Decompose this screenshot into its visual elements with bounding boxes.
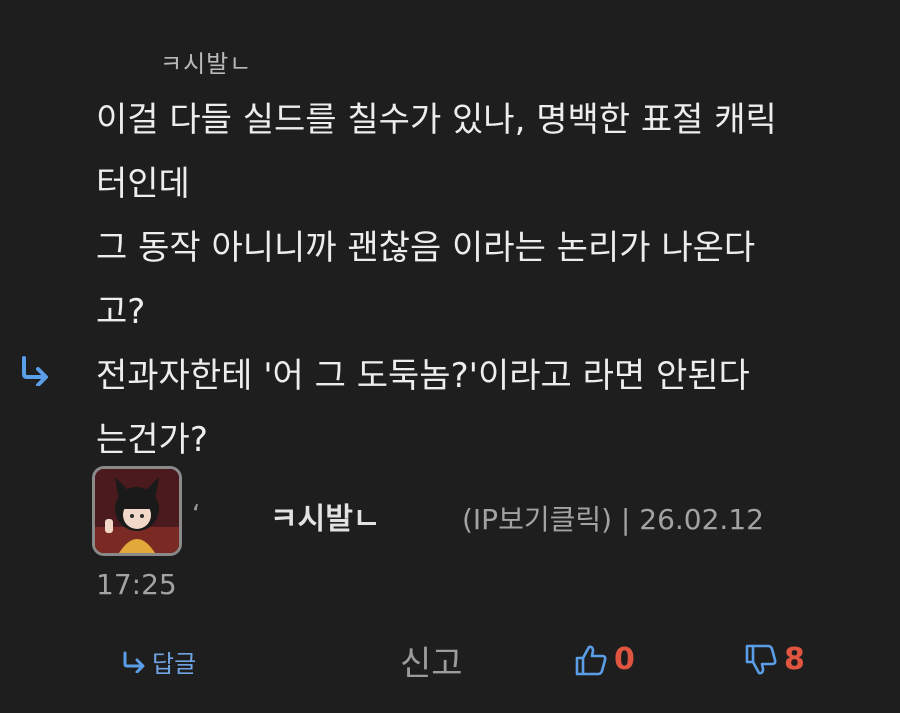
reply-label: 답글 <box>152 650 197 678</box>
comment-line: 는건가? <box>96 420 208 460</box>
upvote-button[interactable]: 0 <box>574 642 635 677</box>
downvote-count: 8 <box>784 642 805 677</box>
thumbs-up-icon <box>575 645 607 675</box>
thumbs-down-icon <box>745 644 777 674</box>
comment-line: 전과자한테 '어 그 도둑놈?'이라고 라면 안된다 <box>96 356 750 396</box>
comment-line: 이걸 다들 실드를 칠수가 있나, 명백한 표절 캐릭 <box>96 100 777 140</box>
comment-body: 이걸 다들 실드를 칠수가 있나, 명백한 표절 캐릭 터인데 그 동작 아니니… <box>96 88 886 472</box>
comment-line: 고? <box>96 292 146 332</box>
avatar-image <box>95 469 179 553</box>
comment-line: 그 동작 아니니까 괜찮음 이라는 논리가 나온다 <box>96 228 756 268</box>
comment-time: 17:25 <box>96 568 177 601</box>
reply-small-icon <box>123 651 145 673</box>
ip-and-date[interactable]: (IP보기클릭) | 26.02.12 <box>462 498 764 538</box>
quoted-reference: ㅋ시발ㄴ <box>160 50 253 78</box>
author-name[interactable]: ㅋ시발ㄴ <box>270 494 380 538</box>
report-button[interactable]: 신고 <box>400 636 463 685</box>
comment-line: 터인데 <box>96 164 190 204</box>
reply-button[interactable]: 답글 <box>122 644 196 679</box>
avatar[interactable] <box>92 466 182 556</box>
reply-arrow-icon <box>22 356 48 386</box>
downvote-button[interactable]: 8 <box>744 642 805 677</box>
upvote-count: 0 <box>614 642 635 677</box>
meta-separator: ‘ <box>192 500 201 530</box>
